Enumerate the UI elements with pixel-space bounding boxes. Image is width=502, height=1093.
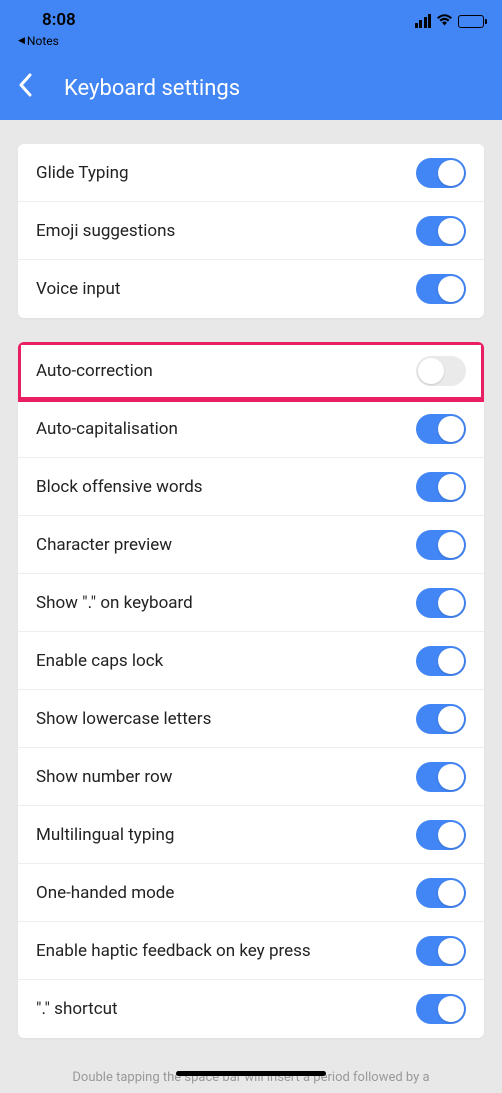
setting-label: Emoji suggestions — [36, 221, 175, 241]
setting-label: Multilingual typing — [36, 825, 174, 845]
setting-label: Show "." on keyboard — [36, 593, 193, 613]
toggle-knob — [438, 648, 464, 674]
toggle-auto-correction[interactable] — [416, 356, 466, 386]
setting-row-show-period-on-keyboard[interactable]: Show "." on keyboard — [18, 574, 484, 632]
toggle-enable-caps-lock[interactable] — [416, 646, 466, 676]
toggle-show-period-on-keyboard[interactable] — [416, 588, 466, 618]
toggle-knob — [438, 996, 464, 1022]
toggle-knob — [438, 218, 464, 244]
setting-row-multilingual-typing[interactable]: Multilingual typing — [18, 806, 484, 864]
toggle-show-lowercase-letters[interactable] — [416, 704, 466, 734]
toggle-knob — [418, 358, 444, 384]
toggle-period-shortcut[interactable] — [416, 994, 466, 1024]
status-time: 8:08 — [42, 10, 76, 30]
status-bar: 8:08 Notes — [0, 0, 502, 56]
setting-label: Glide Typing — [36, 163, 129, 183]
setting-label: Auto-correction — [36, 361, 153, 381]
setting-label: One-handed mode — [36, 883, 174, 903]
settings-group: Auto-correction Auto-capitalisation Block … — [18, 342, 484, 1038]
setting-row-period-shortcut[interactable]: "." shortcut — [18, 980, 484, 1038]
setting-row-glide-typing[interactable]: Glide Typing — [18, 144, 484, 202]
toggle-knob — [438, 416, 464, 442]
toggle-voice-input[interactable] — [416, 274, 466, 304]
toggle-knob — [438, 822, 464, 848]
setting-label: Enable haptic feedback on key press — [36, 941, 311, 961]
toggle-knob — [438, 474, 464, 500]
setting-row-emoji-suggestions[interactable]: Emoji suggestions — [18, 202, 484, 260]
app-header: Keyboard settings — [0, 56, 502, 120]
toggle-one-handed-mode[interactable] — [416, 878, 466, 908]
setting-row-voice-input[interactable]: Voice input — [18, 260, 484, 318]
toggle-knob — [438, 590, 464, 616]
setting-row-enable-haptic-feedback[interactable]: Enable haptic feedback on key press — [18, 922, 484, 980]
setting-label: Auto-capitalisation — [36, 419, 178, 439]
toggle-auto-capitalisation[interactable] — [416, 414, 466, 444]
toggle-enable-haptic-feedback[interactable] — [416, 936, 466, 966]
setting-label: Enable caps lock — [36, 651, 163, 671]
toggle-character-preview[interactable] — [416, 530, 466, 560]
setting-label: Show lowercase letters — [36, 709, 211, 729]
setting-row-character-preview[interactable]: Character preview — [18, 516, 484, 574]
setting-label: Voice input — [36, 279, 120, 299]
setting-row-show-number-row[interactable]: Show number row — [18, 748, 484, 806]
battery-icon — [458, 15, 484, 28]
setting-label: Block offensive words — [36, 477, 203, 497]
setting-row-one-handed-mode[interactable]: One-handed mode — [18, 864, 484, 922]
setting-label: Character preview — [36, 535, 172, 555]
toggle-knob — [438, 160, 464, 186]
setting-row-auto-correction[interactable]: Auto-correction — [18, 342, 484, 400]
wifi-icon — [436, 12, 453, 30]
back-to-app[interactable]: Notes — [18, 34, 76, 48]
page-title: Keyboard settings — [64, 76, 240, 101]
footer-hint: Double tapping the space bar will insert… — [18, 1062, 484, 1093]
toggle-knob — [438, 276, 464, 302]
setting-row-auto-capitalisation[interactable]: Auto-capitalisation — [18, 400, 484, 458]
toggle-knob — [438, 706, 464, 732]
cellular-signal-icon — [415, 14, 432, 28]
back-button[interactable] — [18, 63, 40, 114]
settings-content: Glide Typing Emoji suggestions Voice input… — [0, 120, 502, 1093]
toggle-knob — [438, 938, 464, 964]
setting-row-enable-caps-lock[interactable]: Enable caps lock — [18, 632, 484, 690]
toggle-block-offensive-words[interactable] — [416, 472, 466, 502]
toggle-knob — [438, 764, 464, 790]
home-indicator[interactable] — [176, 1071, 326, 1076]
setting-label: Show number row — [36, 767, 172, 787]
toggle-emoji-suggestions[interactable] — [416, 216, 466, 246]
settings-group: Glide Typing Emoji suggestions Voice input — [18, 144, 484, 318]
toggle-knob — [438, 880, 464, 906]
toggle-glide-typing[interactable] — [416, 158, 466, 188]
setting-row-show-lowercase-letters[interactable]: Show lowercase letters — [18, 690, 484, 748]
toggle-show-number-row[interactable] — [416, 762, 466, 792]
toggle-multilingual-typing[interactable] — [416, 820, 466, 850]
setting-row-block-offensive-words[interactable]: Block offensive words — [18, 458, 484, 516]
toggle-knob — [438, 532, 464, 558]
status-icons — [415, 10, 485, 30]
setting-label: "." shortcut — [36, 999, 118, 1019]
